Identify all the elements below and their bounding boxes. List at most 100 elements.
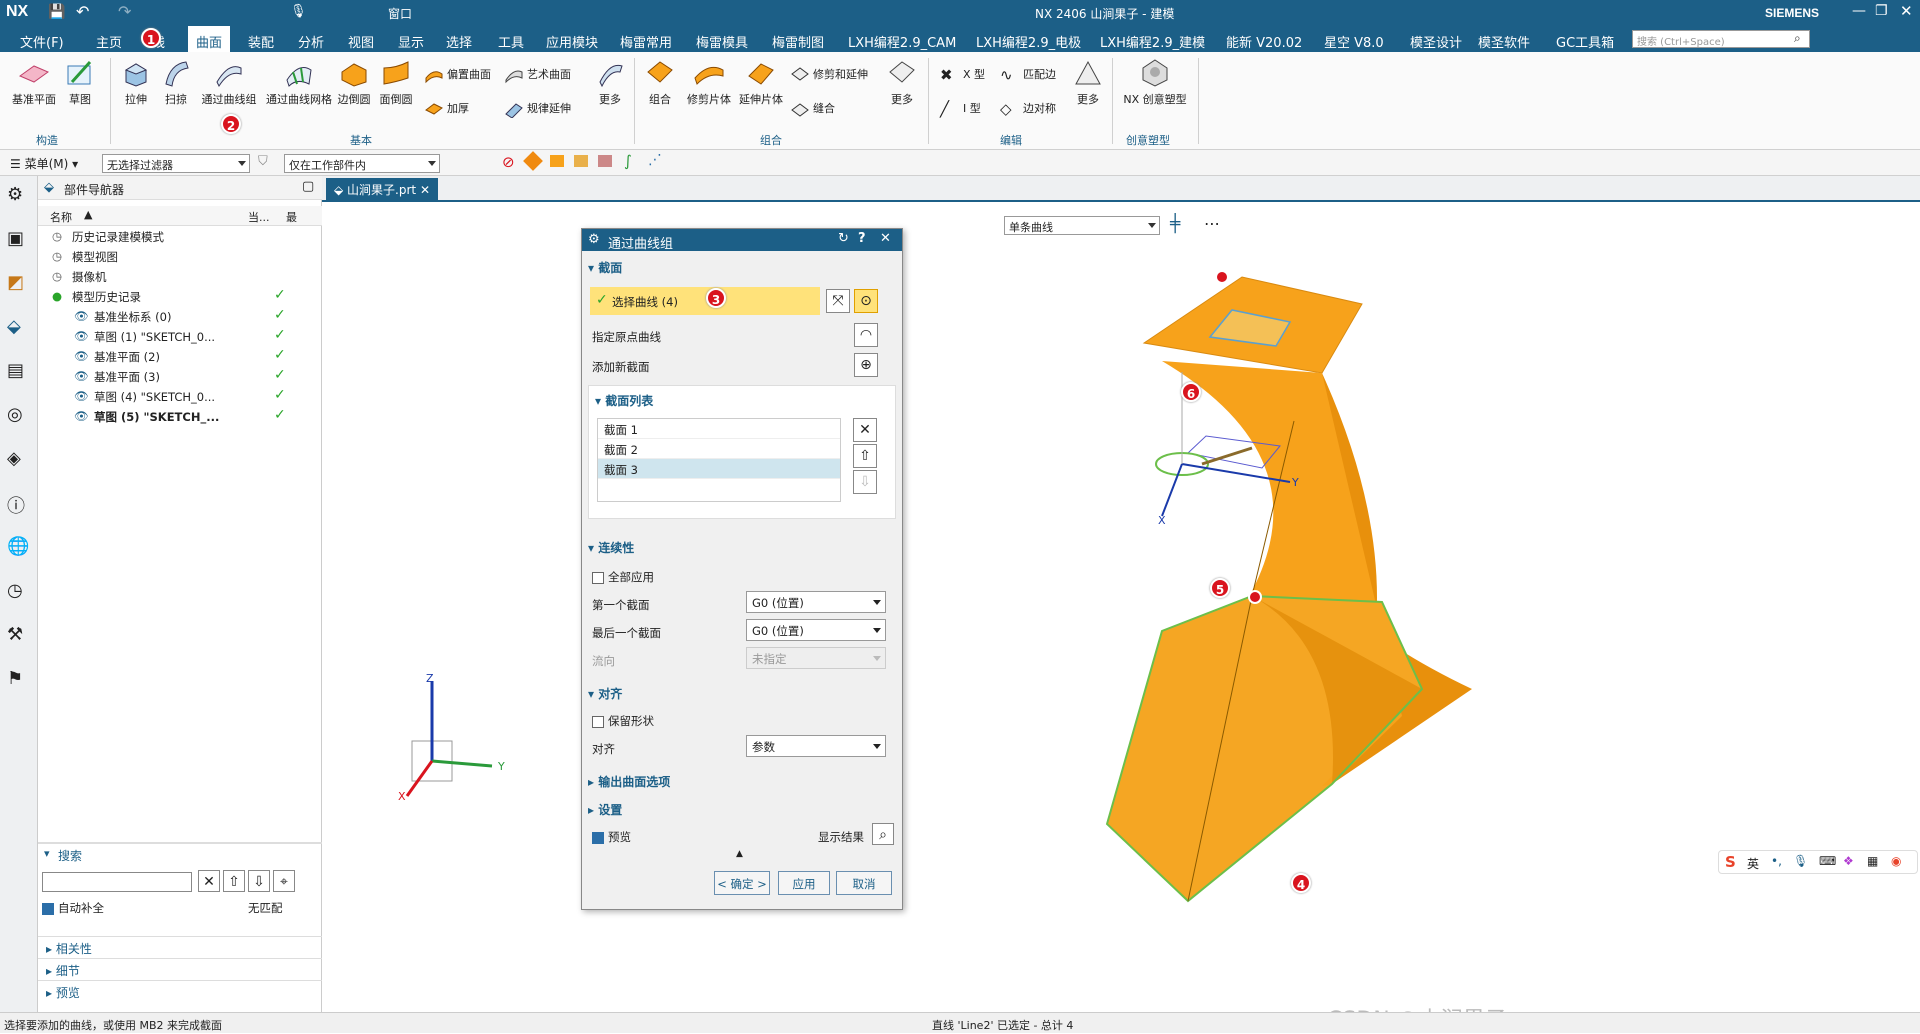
align-select[interactable]: 参数 [746, 735, 886, 757]
tab-close-icon[interactable]: ✕ [416, 183, 430, 197]
history-node-icon[interactable]: ● [52, 289, 62, 303]
section-list-item[interactable]: 截面 2 [598, 439, 840, 459]
menu-item[interactable]: LXH编程2.9_建模 [1100, 32, 1205, 51]
navigator-search-input[interactable] [42, 872, 192, 892]
i-form-button[interactable]: ╱ I 型 [940, 100, 981, 118]
continuity-header[interactable]: ▾ 连续性 [588, 539, 634, 556]
tree-row[interactable]: ◷ 摄像机 [38, 266, 318, 286]
combine-more-button[interactable]: 更多 [884, 58, 920, 107]
section-list-header[interactable]: ▾ 截面列表 [595, 392, 653, 409]
find-all-icon[interactable]: ⌖ [273, 870, 295, 892]
curve-select-icon[interactable]: ∫ [624, 152, 632, 170]
menu-item[interactable]: 梅雷制图 [772, 32, 824, 51]
ime-lang[interactable]: 英 [1747, 855, 1759, 872]
last-section-select[interactable]: G0 (位置) [746, 619, 886, 641]
magnifier-icon[interactable]: ⌕ [872, 823, 894, 845]
ime-skin-icon[interactable]: ❖ [1843, 854, 1854, 868]
hd3d-icon[interactable]: ◎ [7, 404, 31, 428]
undo-icon[interactable]: ↶ [76, 2, 89, 21]
menu-item[interactable]: GC工具箱 [1556, 32, 1614, 51]
menu-item[interactable]: 能新 V20.02 [1226, 32, 1302, 51]
reverse-direction-icon[interactable]: ⤧ [826, 289, 850, 313]
clear-icon[interactable]: ✕ [198, 870, 220, 892]
trim-sheet-button[interactable]: 修剪片体 [684, 58, 734, 107]
collapse-arrow-icon[interactable]: ▲ [736, 849, 743, 859]
ime-toolbar[interactable]: S 英 •, 🎙 ⌨ ❖ ▦ ◉ [1718, 850, 1918, 874]
select-curve-row[interactable]: ✓ 选择曲线 (4) [590, 287, 820, 315]
menu-item[interactable]: 模圣软件 [1478, 32, 1530, 51]
move-down-icon[interactable]: ⇩ [853, 470, 877, 494]
menu-item[interactable]: 梅雷常用 [620, 32, 672, 51]
menu-item[interactable]: 分析 [298, 32, 324, 51]
visibility-icon[interactable]: 👁 [74, 389, 89, 403]
point-select-icon[interactable]: ⋰ [648, 152, 662, 168]
system-scenes-icon[interactable]: ⚑ [7, 668, 31, 692]
origin-curve-icon[interactable]: ◠ [854, 323, 878, 347]
menu-item[interactable]: LXH编程2.9_CAM [848, 32, 956, 51]
edge-symmetry-button[interactable]: ◇ 边对称 [1000, 100, 1056, 118]
col-name[interactable]: 名称 [50, 209, 72, 225]
menu-item[interactable]: 显示 [398, 32, 424, 51]
menu-item[interactable]: 视图 [348, 32, 374, 51]
settings-icon[interactable]: ⚙ [7, 184, 31, 208]
tree-row[interactable]: ● 模型历史记录 ✓ [38, 286, 318, 306]
thicken-button[interactable]: 加厚 [424, 100, 469, 118]
apply-button[interactable]: 应用 [778, 871, 830, 895]
history-icon[interactable]: ◷ [7, 580, 31, 604]
tree-row[interactable]: ◷ 模型视图 [38, 246, 318, 266]
save-icon[interactable]: 💾 [48, 4, 65, 20]
through-curves-button[interactable]: 通过曲线组 [198, 58, 260, 107]
menu-item[interactable]: 主页 [96, 32, 122, 51]
node-icon[interactable]: ◷ [52, 269, 62, 283]
tree-row[interactable]: 👁 草图 (5) "SKETCH_... ✓ [38, 406, 318, 426]
scope-select[interactable]: 仅在工作部件内 [284, 154, 440, 173]
tree-row[interactable]: 👁 基准坐标系 (0) ✓ [38, 306, 318, 326]
datum-plane-button[interactable]: 基准平面 [10, 58, 58, 107]
cancel-button[interactable]: 取消 [836, 871, 892, 895]
sketch-button[interactable]: 草图 [62, 58, 98, 107]
type-filter-select[interactable]: 无选择过滤器 [102, 154, 250, 173]
intersection-icon[interactable]: ╪ [1170, 214, 1180, 234]
info-icon[interactable]: ⓘ [7, 492, 31, 517]
no-select-icon[interactable]: ⊘ [502, 153, 515, 171]
sew-button[interactable]: 缝合 [790, 100, 835, 118]
curve-rule-select[interactable]: 单条曲线 [1004, 216, 1160, 235]
section-header[interactable]: ▾ 截面 [588, 259, 622, 276]
node-icon[interactable]: ◷ [52, 249, 62, 263]
window-menu[interactable]: 窗口 [388, 5, 412, 22]
visibility-icon[interactable]: 👁 [74, 409, 89, 423]
minimize-icon[interactable]: — [1852, 3, 1866, 19]
web-browser-icon[interactable]: ◈ [7, 448, 31, 472]
autocomplete-checkbox[interactable]: 自动补全 [42, 900, 104, 916]
visibility-icon[interactable]: 👁 [74, 329, 89, 343]
tree-row[interactable]: 👁 基准平面 (2) ✓ [38, 346, 318, 366]
tree-row[interactable]: 👁 草图 (1) "SKETCH_0... ✓ [38, 326, 318, 346]
constraint-navigator-icon[interactable]: ◩ [7, 272, 31, 296]
remove-section-icon[interactable]: ✕ [853, 418, 877, 442]
navigator-panel[interactable]: ▸ 相关性 [38, 936, 322, 956]
col-latest[interactable]: 最 [286, 209, 297, 225]
edge-blend-button[interactable]: 边倒圆 [334, 58, 374, 107]
ime-toolbox-icon[interactable]: ▦ [1867, 854, 1878, 868]
component-select-icon[interactable] [598, 155, 612, 167]
node-icon[interactable]: ◷ [52, 229, 62, 243]
down-icon[interactable]: ⇩ [248, 870, 270, 892]
visibility-icon[interactable]: 👁 [74, 369, 89, 383]
menu-button[interactable]: ☰ 菜单(M) ▾ [10, 155, 78, 172]
face-select-icon[interactable] [523, 151, 543, 171]
close-icon[interactable]: ✕ [1900, 2, 1913, 20]
output-options-header[interactable]: ▸ 输出曲面选项 [588, 773, 670, 790]
search-icon[interactable]: ⌕ [1794, 31, 1801, 46]
preview-checkbox[interactable]: 预览 [592, 829, 631, 845]
apply-all-checkbox[interactable]: 全部应用 [592, 569, 654, 585]
col-current[interactable]: 当... [248, 209, 270, 225]
dialog-close-icon[interactable]: ✕ [880, 231, 891, 246]
menu-item[interactable]: 装配 [248, 32, 274, 51]
sweep-button[interactable]: 扫掠 [158, 58, 194, 107]
search-panel-header[interactable]: ▾ 搜索 [38, 842, 322, 863]
nx-realize-shape-button[interactable]: NX 创意塑型 [1122, 58, 1188, 107]
menu-item[interactable]: 文件(F) [20, 32, 64, 51]
ime-keyboard-icon[interactable]: ⌨ [1819, 854, 1836, 868]
keep-shape-checkbox[interactable]: 保留形状 [592, 713, 654, 729]
ime-avatar-icon[interactable]: ◉ [1891, 854, 1901, 868]
